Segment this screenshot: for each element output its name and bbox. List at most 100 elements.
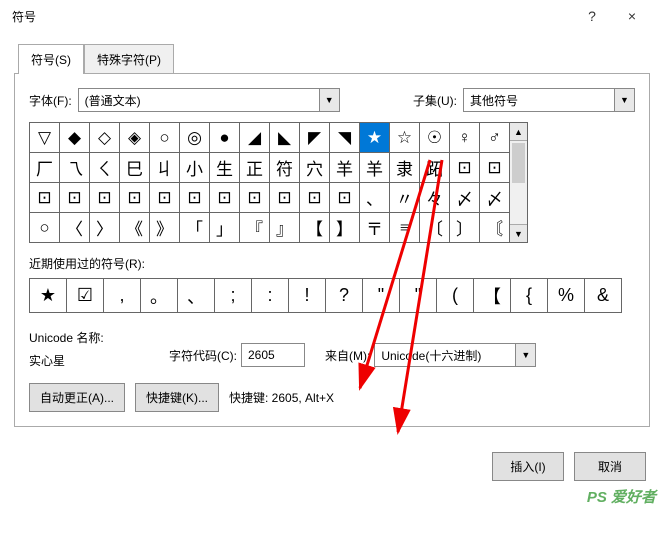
symbol-cell[interactable]: 羊	[360, 153, 390, 183]
symbol-cell[interactable]: ◇	[90, 123, 120, 153]
symbol-cell[interactable]: 厂	[30, 153, 60, 183]
recent-symbol-cell[interactable]: {	[511, 279, 548, 313]
symbol-cell[interactable]: ★	[360, 123, 390, 153]
symbol-cell[interactable]: 〕	[450, 213, 480, 243]
symbol-cell[interactable]: 》	[150, 213, 180, 243]
symbol-cell[interactable]: ◤	[300, 123, 330, 153]
scroll-up-icon[interactable]: ▲	[510, 123, 527, 141]
tab-symbols[interactable]: 符号(S)	[18, 44, 84, 74]
symbol-cell[interactable]: 』	[270, 213, 300, 243]
symbol-cell[interactable]: 羊	[330, 153, 360, 183]
symbol-cell[interactable]: ◣	[270, 123, 300, 153]
from-combo[interactable]: ▼	[374, 343, 536, 367]
recent-symbol-cell[interactable]: ★	[30, 279, 67, 313]
symbol-cell[interactable]: 生	[210, 153, 240, 183]
symbol-cell[interactable]: 小	[180, 153, 210, 183]
symbol-cell[interactable]: 正	[240, 153, 270, 183]
symbol-cell[interactable]: 々	[420, 183, 450, 213]
recent-symbol-cell[interactable]: ;	[215, 279, 252, 313]
tab-special-chars[interactable]: 特殊字符(P)	[84, 44, 174, 74]
recent-symbol-cell[interactable]: 、	[178, 279, 215, 313]
font-input[interactable]	[79, 89, 319, 111]
symbol-cell[interactable]: ⊡	[90, 183, 120, 213]
char-code-input[interactable]	[242, 344, 304, 366]
recent-symbol-cell[interactable]: 【	[474, 279, 511, 313]
symbol-cell[interactable]: ♀	[450, 123, 480, 153]
symbol-cell[interactable]: ◥	[330, 123, 360, 153]
symbol-cell[interactable]: ☆	[390, 123, 420, 153]
scroll-thumb[interactable]	[512, 143, 525, 183]
symbol-cell[interactable]: ○	[150, 123, 180, 153]
symbol-cell[interactable]: ⊡	[150, 183, 180, 213]
symbol-cell[interactable]: 穴	[300, 153, 330, 183]
symbol-cell[interactable]: 「	[180, 213, 210, 243]
recent-symbol-cell[interactable]: (	[437, 279, 474, 313]
font-combo[interactable]: ▼	[78, 88, 340, 112]
symbol-cell[interactable]: 符	[270, 153, 300, 183]
cancel-button[interactable]: 取消	[574, 452, 646, 481]
recent-symbol-cell[interactable]: ☑	[67, 279, 104, 313]
symbol-cell[interactable]: 跖	[420, 153, 450, 183]
recent-grid[interactable]: ★☑,。、;:!?""(【{%&	[29, 278, 622, 313]
symbol-cell[interactable]: 隶	[390, 153, 420, 183]
symbol-cell[interactable]: ♂	[480, 123, 510, 153]
subset-combo[interactable]: ▼	[463, 88, 635, 112]
symbol-cell[interactable]: ⊡	[30, 183, 60, 213]
chevron-down-icon[interactable]: ▼	[319, 89, 339, 111]
symbol-cell[interactable]: ▽	[30, 123, 60, 153]
shortcut-key-button[interactable]: 快捷键(K)...	[135, 383, 219, 412]
symbol-cell[interactable]: ⊡	[450, 153, 480, 183]
symbol-cell[interactable]: ⊡	[240, 183, 270, 213]
from-input[interactable]	[375, 344, 515, 366]
recent-symbol-cell[interactable]: "	[363, 279, 400, 313]
recent-symbol-cell[interactable]: &	[585, 279, 622, 313]
symbol-cell[interactable]: 〒	[360, 213, 390, 243]
recent-symbol-cell[interactable]: ,	[104, 279, 141, 313]
symbol-cell[interactable]: 〉	[90, 213, 120, 243]
recent-symbol-cell[interactable]: %	[548, 279, 585, 313]
symbol-cell[interactable]: 〆	[450, 183, 480, 213]
recent-symbol-cell[interactable]: :	[252, 279, 289, 313]
chevron-down-icon[interactable]: ▼	[515, 344, 535, 366]
symbol-cell[interactable]: 〈	[60, 213, 90, 243]
symbol-cell[interactable]: 巳	[120, 153, 150, 183]
close-button[interactable]: ×	[612, 8, 652, 24]
recent-symbol-cell[interactable]: 。	[141, 279, 178, 313]
symbol-cell[interactable]: ⊡	[330, 183, 360, 213]
symbol-cell[interactable]: ⊡	[60, 183, 90, 213]
scrollbar[interactable]: ▲ ▼	[510, 122, 528, 243]
chevron-down-icon[interactable]: ▼	[614, 89, 634, 111]
symbol-cell[interactable]: ○	[30, 213, 60, 243]
symbol-cell[interactable]: 【	[300, 213, 330, 243]
symbol-cell[interactable]: ◆	[60, 123, 90, 153]
symbol-cell[interactable]: 丩	[150, 153, 180, 183]
recent-symbol-cell[interactable]: "	[400, 279, 437, 313]
symbol-cell[interactable]: ◢	[240, 123, 270, 153]
scroll-down-icon[interactable]: ▼	[510, 224, 527, 242]
recent-symbol-cell[interactable]: !	[289, 279, 326, 313]
symbol-cell[interactable]: ⊡	[300, 183, 330, 213]
recent-symbol-cell[interactable]: ?	[326, 279, 363, 313]
symbol-cell[interactable]: 〃	[390, 183, 420, 213]
help-button[interactable]: ?	[572, 8, 612, 24]
insert-button[interactable]: 插入(I)	[492, 452, 564, 481]
symbol-cell[interactable]: 】	[330, 213, 360, 243]
symbol-cell[interactable]: 乁	[60, 153, 90, 183]
symbol-grid[interactable]: ▽◆◇◈○◎●◢◣◤◥★☆☉♀♂厂乁ㄑ巳丩小生正符穴羊羊隶跖⊡⊡⊡⊡⊡⊡⊡⊡⊡⊡…	[29, 122, 510, 243]
symbol-cell[interactable]: 『	[240, 213, 270, 243]
symbol-cell[interactable]: ⊡	[120, 183, 150, 213]
symbol-cell[interactable]: 〆	[480, 183, 510, 213]
symbol-cell[interactable]: 」	[210, 213, 240, 243]
symbol-cell[interactable]: ⊡	[480, 153, 510, 183]
symbol-cell[interactable]: ⊡	[270, 183, 300, 213]
symbol-cell[interactable]: ●	[210, 123, 240, 153]
symbol-cell[interactable]: ◈	[120, 123, 150, 153]
symbol-cell[interactable]: ☉	[420, 123, 450, 153]
symbol-cell[interactable]: 、	[360, 183, 390, 213]
symbol-cell[interactable]: 《	[120, 213, 150, 243]
symbol-cell[interactable]: ⊡	[180, 183, 210, 213]
symbol-cell[interactable]: ㄑ	[90, 153, 120, 183]
autocorrect-button[interactable]: 自动更正(A)...	[29, 383, 125, 412]
symbol-cell[interactable]: ◎	[180, 123, 210, 153]
symbol-cell[interactable]: 〘	[480, 213, 510, 243]
